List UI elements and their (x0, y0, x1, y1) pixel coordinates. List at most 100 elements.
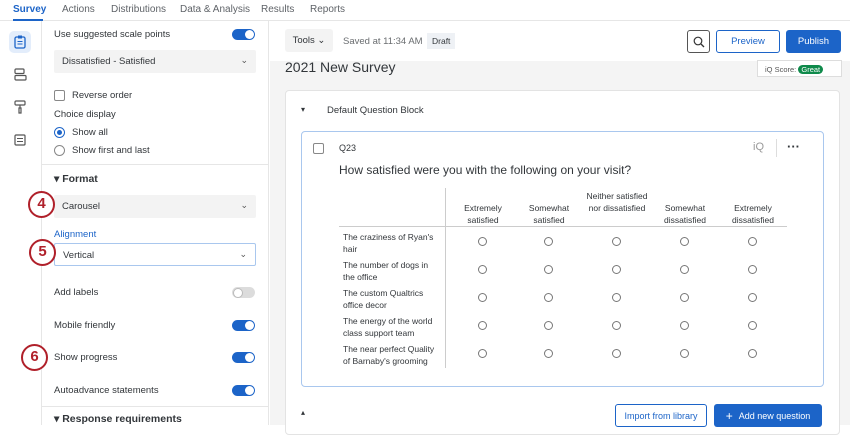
alignment-dropdown[interactable]: Vertical ⌄ (54, 243, 256, 266)
matrix-radio[interactable] (544, 321, 553, 330)
iq-score[interactable]: iQ Score: Great (757, 60, 842, 77)
matrix-radio[interactable] (748, 265, 757, 274)
chevron-down-icon: ⌄ (240, 200, 248, 211)
chevron-down-icon: ⌄ (239, 249, 247, 260)
matrix-radio[interactable] (680, 321, 689, 330)
matrix-radio[interactable] (680, 265, 689, 274)
matrix-divider (445, 188, 446, 368)
scale-points-dropdown[interactable]: Dissatisfied - Satisfied ⌄ (54, 50, 256, 73)
matrix-radio[interactable] (748, 293, 757, 302)
format-dropdown[interactable]: Carousel ⌄ (54, 195, 256, 218)
matrix-radio[interactable] (478, 293, 487, 302)
add-new-question-button[interactable]: +Add new question (714, 404, 822, 427)
use-suggested-scale-points-toggle[interactable] (232, 29, 255, 40)
column-header: Somewhat dissatisfied (653, 202, 717, 226)
matrix-radio[interactable] (748, 321, 757, 330)
divider (42, 164, 269, 165)
matrix-radio[interactable] (612, 237, 621, 246)
use-suggested-scale-points-label: Use suggested scale points (54, 29, 170, 40)
matrix-radio[interactable] (544, 265, 553, 274)
add-labels-toggle[interactable] (232, 287, 255, 298)
matrix-radio[interactable] (748, 349, 757, 358)
matrix-row-label: The energy of the world class support te… (343, 315, 438, 339)
show-first-last-label: Show first and last (72, 145, 150, 156)
matrix-radio[interactable] (680, 349, 689, 358)
matrix-header-line (339, 226, 787, 227)
autoadvance-toggle[interactable] (232, 385, 255, 396)
divider (42, 406, 269, 407)
matrix-row-label: The number of dogs in the office (343, 259, 438, 283)
matrix-radio[interactable] (612, 321, 621, 330)
show-progress-toggle[interactable] (232, 352, 255, 363)
matrix-radio[interactable] (478, 321, 487, 330)
callout-5: 5 (29, 239, 56, 266)
column-header: Extremely dissatisfied (721, 202, 785, 226)
format-value: Carousel (62, 201, 100, 212)
question-options-panel: Use suggested scale points Dissatisfied … (42, 21, 269, 425)
response-requirements-header[interactable]: ▾ Response requirements (54, 413, 182, 425)
matrix-row-label: The craziness of Ryan's hair (343, 231, 438, 255)
tab-reports[interactable]: Reports (310, 4, 345, 15)
callout-6: 6 (21, 344, 48, 371)
show-progress-label: Show progress (54, 352, 117, 363)
survey-title[interactable]: 2021 New Survey (285, 59, 396, 75)
look-and-feel-icon[interactable] (9, 96, 31, 118)
iq-score-label: iQ Score: (765, 65, 796, 74)
more-options-icon[interactable]: ··· (787, 139, 800, 154)
format-header-label: Format (62, 173, 98, 185)
draft-badge: Draft (427, 33, 455, 49)
matrix-radio[interactable] (544, 237, 553, 246)
mobile-friendly-label: Mobile friendly (54, 320, 115, 331)
chevron-down-icon: ⌄ (317, 35, 325, 46)
alignment-value: Vertical (63, 250, 94, 261)
top-nav: Survey Actions Distributions Data & Anal… (0, 0, 850, 21)
saved-status: Saved at 11:34 AM (343, 36, 423, 47)
show-all-label: Show all (72, 127, 108, 138)
tab-actions[interactable]: Actions (62, 4, 95, 15)
iq-icon[interactable]: iQ (753, 141, 764, 153)
matrix-radio[interactable] (478, 349, 487, 358)
scale-points-value: Dissatisfied - Satisfied (62, 56, 155, 67)
reverse-order-label: Reverse order (72, 90, 132, 101)
alignment-label: Alignment (54, 229, 96, 240)
matrix-radio[interactable] (680, 293, 689, 302)
import-from-library-button[interactable]: Import from library (615, 404, 707, 427)
caret-down-icon: ▾ (54, 413, 62, 425)
publish-button[interactable]: Publish (786, 30, 841, 53)
matrix-radio[interactable] (612, 349, 621, 358)
blocks-icon[interactable] (9, 63, 31, 85)
mobile-friendly-toggle[interactable] (232, 320, 255, 331)
collapse-block-icon[interactable]: ▾ (301, 105, 305, 114)
show-all-radio[interactable] (54, 127, 65, 138)
matrix-radio[interactable] (478, 237, 487, 246)
question-select-checkbox[interactable] (313, 143, 324, 154)
preview-button[interactable]: Preview (716, 30, 780, 53)
matrix-radio[interactable] (544, 293, 553, 302)
reverse-order-checkbox[interactable] (54, 90, 65, 101)
iq-score-badge: Great (798, 65, 823, 74)
tab-survey[interactable]: Survey (13, 4, 46, 15)
matrix-radio[interactable] (680, 237, 689, 246)
show-first-last-radio[interactable] (54, 145, 65, 156)
search-button[interactable] (687, 30, 710, 53)
matrix-radio[interactable] (612, 293, 621, 302)
collapse-up-icon[interactable]: ▴ (301, 408, 305, 417)
tab-distributions[interactable]: Distributions (111, 4, 166, 15)
matrix-radio[interactable] (478, 265, 487, 274)
choice-display-label: Choice display (54, 109, 116, 120)
matrix-radio[interactable] (748, 237, 757, 246)
tab-results[interactable]: Results (261, 4, 294, 15)
survey-icon[interactable] (9, 31, 31, 53)
tools-button[interactable]: Tools ⌄ (285, 29, 333, 52)
format-section-header[interactable]: ▾ Format (54, 173, 98, 185)
chevron-down-icon: ⌄ (240, 55, 248, 66)
matrix-row-label: The custom Qualtrics office decor (343, 287, 438, 311)
block-name[interactable]: Default Question Block (327, 105, 424, 116)
survey-options-icon[interactable] (9, 129, 31, 151)
divider (776, 139, 777, 157)
matrix-radio[interactable] (544, 349, 553, 358)
autoadvance-label: Autoadvance statements (54, 385, 159, 396)
question-text[interactable]: How satisfied were you with the followin… (339, 163, 631, 177)
tab-data-analysis[interactable]: Data & Analysis (180, 4, 250, 15)
matrix-radio[interactable] (612, 265, 621, 274)
